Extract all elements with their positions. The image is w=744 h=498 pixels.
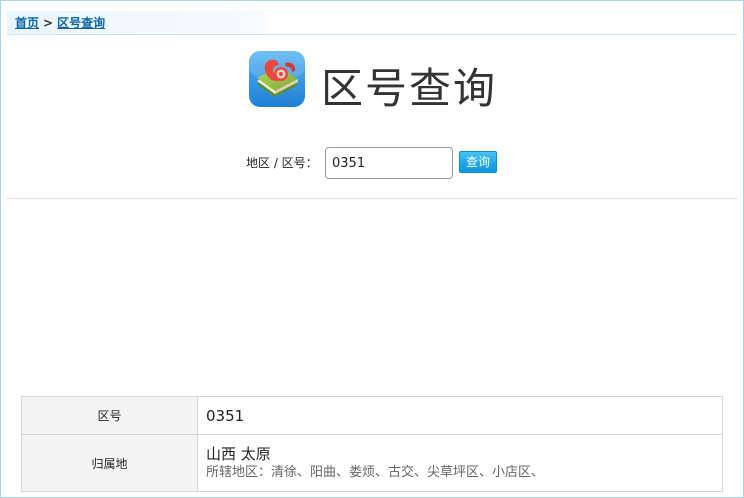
table-row: 归属地 山西 太原 所辖地区：清徐、阳曲、娄烦、古交、尖草坪区、小店区、 <box>21 434 723 492</box>
result-table: 区号 0351 归属地 山西 太原 所辖地区：清徐、阳曲、娄烦、古交、尖草坪区、… <box>21 396 723 492</box>
area-code-value: 0351 <box>197 396 723 435</box>
location-label: 归属地 <box>21 434 198 492</box>
breadcrumb-current-link[interactable]: 区号查询 <box>57 16 105 30</box>
page: 首页 > 区号查询 区号查询 地区 / 区号： 0351 查询 区号 0351 … <box>0 0 744 498</box>
page-title: 区号查询 <box>321 64 498 113</box>
phone-book-icon <box>249 51 305 107</box>
location-cell: 山西 太原 所辖地区：清徐、阳曲、娄烦、古交、尖草坪区、小店区、 <box>197 434 723 492</box>
search-button[interactable]: 查询 <box>459 151 497 173</box>
jurisdiction-list: 所辖地区：清徐、阳曲、娄烦、古交、尖草坪区、小店区、 <box>206 465 545 480</box>
area-code-input[interactable] <box>325 147 453 179</box>
search-panel: 区号查询 地区 / 区号： 查询 <box>7 35 737 199</box>
breadcrumb-bar: 首页 > 区号查询 <box>7 11 737 35</box>
breadcrumb-home-link[interactable]: 首页 <box>15 16 39 30</box>
breadcrumb-separator: > <box>43 16 54 30</box>
search-label: 地区 / 区号： <box>246 156 318 170</box>
area-code-label: 区号 <box>21 396 198 435</box>
breadcrumb: 首页 > 区号查询 <box>15 15 105 31</box>
location-value: 山西 太原 <box>206 445 271 463</box>
table-row: 区号 0351 <box>21 396 723 435</box>
